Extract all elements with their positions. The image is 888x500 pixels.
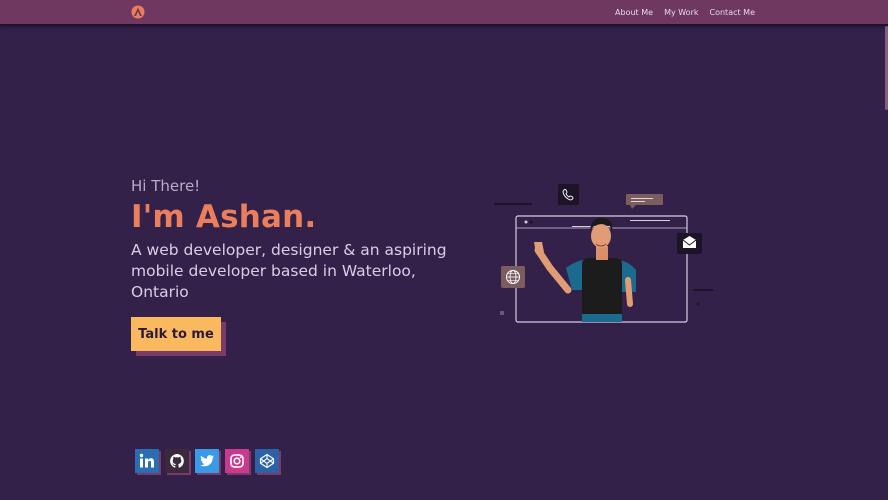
hero-section: Hi There! I'm Ashan. A web developer, de… (131, 174, 461, 303)
linkedin-icon (135, 449, 159, 473)
social-links (135, 449, 281, 475)
github-link[interactable] (165, 449, 191, 475)
hero-tagline: A web developer, designer & an aspiring … (131, 241, 447, 301)
globe-icon (501, 266, 525, 288)
chat-bubble-icon (626, 194, 663, 209)
navbar: About Me My Work Contact Me (0, 0, 888, 24)
linkedin-link[interactable] (135, 449, 161, 475)
twitter-link[interactable] (195, 449, 221, 475)
instagram-link[interactable] (225, 449, 251, 475)
greeting-text: Hi There! (131, 177, 201, 195)
cta-wrapper: Talk to me (131, 317, 226, 356)
hero-name: I'm Ashan. (131, 199, 317, 235)
nav-link-my-work[interactable]: My Work (664, 8, 698, 17)
codepen-icon (255, 449, 279, 473)
talk-to-me-button[interactable]: Talk to me (131, 317, 221, 351)
instagram-icon (225, 449, 249, 473)
mail-icon (677, 233, 702, 254)
nav-link-about-me[interactable]: About Me (615, 8, 653, 17)
twitter-icon (195, 449, 219, 473)
github-icon (165, 449, 189, 473)
codepen-link[interactable] (255, 449, 281, 475)
nav-link-contact-me[interactable]: Contact Me (710, 8, 756, 17)
nav-links: About Me My Work Contact Me (615, 0, 755, 24)
waving-person-illustration (534, 217, 636, 322)
phone-icon (558, 184, 579, 205)
hero-illustration (494, 184, 713, 323)
logo-icon[interactable] (131, 5, 145, 19)
